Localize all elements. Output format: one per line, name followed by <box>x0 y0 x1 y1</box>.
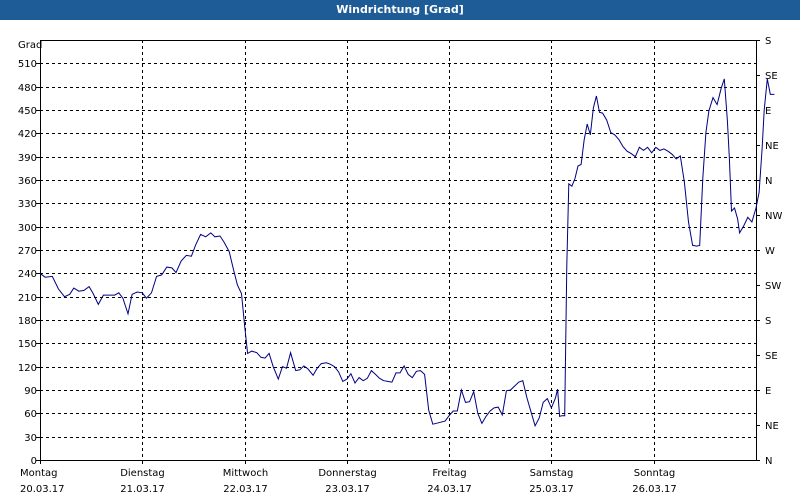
y-axis: 0 30 60 90 120 150 180 210 240 270 300 330 360 390 420… <box>18 59 40 467</box>
grid-lines <box>40 40 756 460</box>
y-tick-label: 90 <box>24 386 37 397</box>
x-tick-day: Mittwoch <box>223 468 268 479</box>
x-tick-day: Samstag <box>530 468 574 479</box>
right-tick-label: E <box>765 386 771 397</box>
right-tick-label: S <box>765 36 771 47</box>
window-title: Windrichtung [Grad] <box>0 0 800 20</box>
y-tick-label: 420 <box>18 129 37 140</box>
y-tick-label: 330 <box>18 199 37 210</box>
y-tick-label: 360 <box>18 176 37 187</box>
y-tick-label: 510 <box>18 59 37 70</box>
right-tick-label: NW <box>765 211 782 222</box>
right-tick-label: NE <box>765 141 779 152</box>
right-tick-label: W <box>765 246 775 257</box>
y-tick-label: 120 <box>18 363 37 374</box>
y-tick-label: 60 <box>24 409 37 420</box>
right-tick-label: E <box>765 106 771 117</box>
y-tick-label: 30 <box>24 433 37 444</box>
y-tick-label: 240 <box>18 269 37 280</box>
y-axis-label: Grad <box>18 40 42 51</box>
y-tick-label: 300 <box>18 223 37 234</box>
y-tick-label: 390 <box>18 153 37 164</box>
right-axis: NNEESESSWWNWNNEESES <box>756 36 782 467</box>
y-tick-label: 210 <box>18 293 37 304</box>
x-tick-date: 25.03.17 <box>529 484 574 495</box>
wind-direction-chart: 0 30 60 90 120 150 180 210 240 270 300 330 360 390 420… <box>18 36 783 495</box>
x-tick-day: Sonntag <box>634 468 676 479</box>
x-tick-day: Dienstag <box>120 468 165 479</box>
y-tick-label: 150 <box>18 339 37 350</box>
x-tick-date: 21.03.17 <box>120 484 165 495</box>
plot-area-border <box>40 40 757 461</box>
y-tick-label: 0 <box>31 456 37 467</box>
right-tick-label: NE <box>765 421 779 432</box>
right-tick-label: N <box>765 176 772 187</box>
y-tick-label: 480 <box>18 83 37 94</box>
y-tick-label: 270 <box>18 246 37 257</box>
right-tick-label: SW <box>765 281 781 292</box>
x-axis: Montag 20.03.17 Dienstag 21.03.17 Mittwoch 22… <box>20 460 677 495</box>
right-tick-label: S <box>765 316 771 327</box>
right-tick-label: SE <box>765 351 778 362</box>
x-tick-date: 20.03.17 <box>20 484 65 495</box>
x-tick-date: 23.03.17 <box>325 484 370 495</box>
x-tick-day: Montag <box>20 468 57 479</box>
x-tick-day: Donnerstag <box>318 468 376 479</box>
right-tick-label: N <box>765 456 772 467</box>
y-tick-label: 180 <box>18 316 37 327</box>
x-tick-date: 24.03.17 <box>427 484 472 495</box>
x-tick-day: Freitag <box>432 468 466 479</box>
x-tick-date: 26.03.17 <box>632 484 677 495</box>
series-line <box>39 78 775 428</box>
y-tick-label: 450 <box>18 106 37 117</box>
x-tick-date: 22.03.17 <box>223 484 268 495</box>
